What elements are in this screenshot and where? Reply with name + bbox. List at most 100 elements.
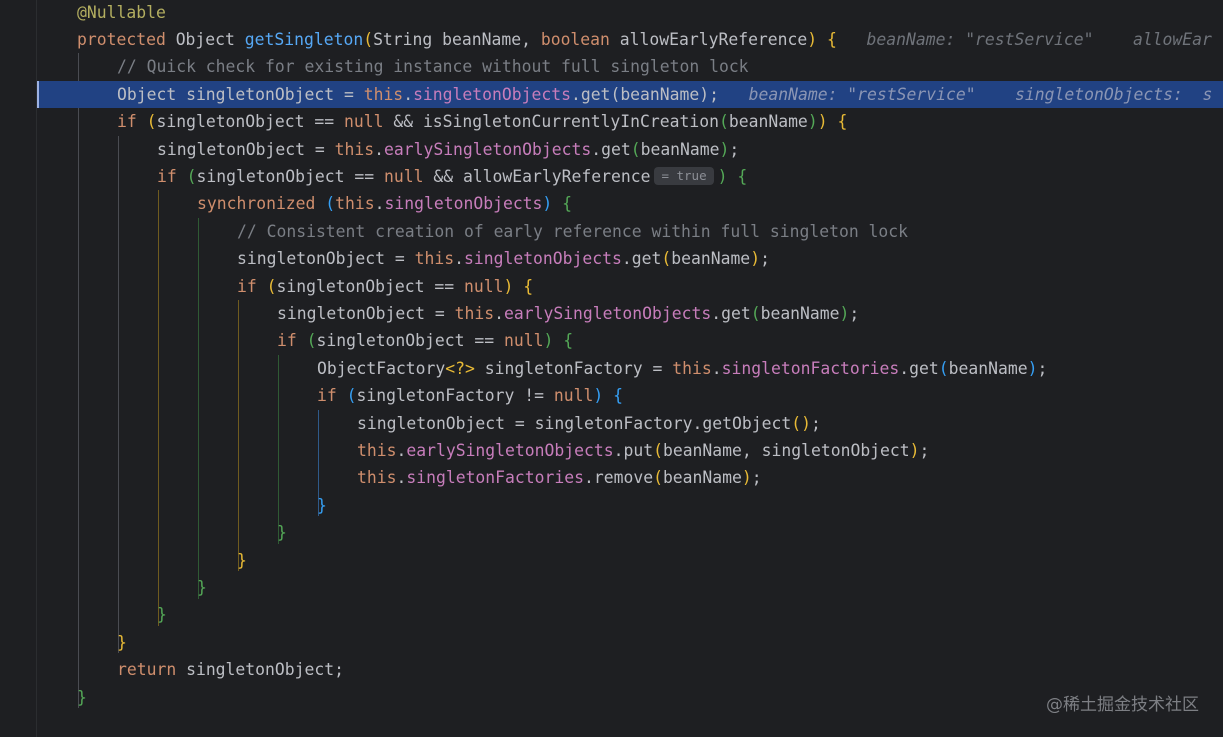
code-token: .get bbox=[591, 139, 631, 159]
code-line[interactable]: if (singletonFactory != null) { bbox=[37, 382, 1223, 409]
code-line[interactable]: singletonObject = this.earlySingletonObj… bbox=[37, 300, 1223, 327]
code-line[interactable]: @Nullable bbox=[37, 0, 1223, 26]
code-token: ) bbox=[807, 112, 818, 132]
code-token: ; bbox=[709, 84, 720, 104]
code-token: { bbox=[837, 112, 848, 132]
code-line[interactable]: protected Object getSingleton(String bea… bbox=[37, 26, 1223, 53]
code-editor[interactable]: @Nullable protected Object getSingleton(S… bbox=[37, 0, 1223, 737]
code-token: { bbox=[523, 276, 534, 296]
code-token: singletonObject; bbox=[186, 660, 344, 680]
code-token: null bbox=[553, 386, 594, 406]
code-token: ( bbox=[306, 331, 317, 351]
code-token: ( bbox=[610, 84, 621, 104]
code-text: } bbox=[197, 574, 207, 601]
code-token: earlySingletonObjects bbox=[406, 440, 614, 460]
editor-gutter[interactable] bbox=[0, 0, 37, 737]
code-text: Object singletonObject = this.singletonO… bbox=[117, 81, 1212, 108]
code-line[interactable]: if (singletonObject == null) { bbox=[37, 327, 1223, 354]
code-token: singletonObjects bbox=[413, 84, 571, 104]
code-token: .get bbox=[570, 84, 611, 104]
code-token: ObjectFactory bbox=[317, 358, 446, 378]
code-token: if bbox=[237, 276, 267, 296]
code-token: null bbox=[463, 276, 504, 296]
code-token: beanName bbox=[760, 303, 840, 323]
code-text: synchronized (this.singletonObjects) { bbox=[197, 190, 572, 217]
code-token: ( bbox=[661, 249, 672, 269]
code-token: if bbox=[117, 112, 147, 132]
code-text: singletonObject = this.earlySingletonObj… bbox=[157, 136, 739, 163]
code-line[interactable]: } bbox=[37, 629, 1223, 656]
code-text: } bbox=[77, 684, 87, 711]
code-token: ) bbox=[1027, 358, 1038, 378]
code-text: } bbox=[277, 519, 287, 546]
code-line[interactable]: } bbox=[37, 519, 1223, 546]
code-token: allowEarlyReference bbox=[619, 29, 808, 49]
code-line[interactable]: // Quick check for existing instance wit… bbox=[37, 53, 1223, 80]
code-token: () bbox=[791, 413, 811, 433]
debug-value-hint: beanName: "restService" allowEar bbox=[836, 29, 1212, 49]
code-token: } bbox=[77, 687, 87, 707]
code-token: .get bbox=[711, 303, 751, 323]
code-line[interactable]: singletonObject = this.singletonObjects.… bbox=[37, 245, 1223, 272]
code-token: singletonObject = bbox=[157, 139, 335, 159]
code-line[interactable]: singletonObject = singletonFactory.getOb… bbox=[37, 410, 1223, 437]
code-line[interactable]: synchronized (this.singletonObjects) { bbox=[37, 190, 1223, 217]
code-line[interactable]: } bbox=[37, 492, 1223, 519]
code-token: ( bbox=[346, 386, 357, 406]
code-token: beanName bbox=[728, 112, 808, 132]
code-token: null bbox=[383, 166, 424, 186]
code-line[interactable]: singletonObject = this.earlySingletonObj… bbox=[37, 136, 1223, 163]
code-token: if bbox=[157, 166, 187, 186]
watermark: @稀土掘金技术社区 bbox=[1046, 695, 1199, 715]
code-line[interactable]: if (singletonObject == null) { bbox=[37, 273, 1223, 300]
code-token: ) bbox=[807, 29, 818, 49]
code-token: if bbox=[317, 386, 347, 406]
code-token: } bbox=[157, 605, 167, 625]
code-token: beanName bbox=[948, 358, 1028, 378]
code-token: ) bbox=[543, 331, 554, 351]
code-line[interactable]: this.singletonFactories.remove(beanName)… bbox=[37, 464, 1223, 491]
code-token: .get bbox=[621, 249, 662, 269]
code-token: } bbox=[237, 550, 247, 570]
code-token: { bbox=[613, 386, 623, 406]
code-token: ) bbox=[750, 249, 761, 269]
code-token: ; bbox=[810, 413, 821, 433]
code-line[interactable]: } bbox=[37, 601, 1223, 628]
code-token: ; bbox=[919, 440, 930, 460]
code-line[interactable]: } bbox=[37, 574, 1223, 601]
code-text: return singletonObject; bbox=[117, 656, 344, 683]
code-token: this bbox=[357, 468, 397, 488]
code-line[interactable]: if (singletonObject == null && isSinglet… bbox=[37, 108, 1223, 135]
code-line[interactable]: } bbox=[37, 547, 1223, 574]
code-line[interactable]: if (singletonObject == null && allowEarl… bbox=[37, 163, 1223, 190]
code-token: singletonFactory = bbox=[474, 358, 673, 378]
code-text: ObjectFactory<?> singletonFactory = this… bbox=[317, 355, 1047, 382]
code-line[interactable]: return singletonObject; bbox=[37, 656, 1223, 683]
code-token: ( bbox=[653, 440, 663, 460]
code-line[interactable]: ObjectFactory<?> singletonFactory = this… bbox=[37, 355, 1223, 382]
code-token: . bbox=[711, 358, 722, 378]
code-token: .put bbox=[613, 440, 654, 460]
code-token: this bbox=[414, 249, 455, 269]
code-token: .get bbox=[899, 358, 939, 378]
code-token: boolean bbox=[540, 29, 620, 49]
execution-point-line[interactable]: Object singletonObject = this.singletonO… bbox=[37, 80, 1223, 109]
code-token: earlySingletonObjects bbox=[503, 303, 712, 323]
code-line[interactable]: // Consistent creation of early referenc… bbox=[37, 218, 1223, 245]
code-token: this bbox=[357, 440, 397, 460]
code-text: if (singletonObject == null && allowEarl… bbox=[157, 163, 747, 190]
code-token: Object singletonObject = bbox=[117, 84, 364, 104]
code-token: . bbox=[454, 249, 464, 269]
code-token: ( bbox=[750, 303, 761, 323]
code-text: } bbox=[237, 547, 247, 574]
code-token: && allowEarlyReference bbox=[423, 166, 651, 186]
code-token: ( bbox=[718, 112, 729, 132]
code-token: ) bbox=[719, 139, 730, 159]
code-text: singletonObject = this.earlySingletonObj… bbox=[277, 300, 859, 327]
code-token: } bbox=[197, 577, 207, 597]
code-line[interactable]: this.earlySingletonObjects.put(beanName,… bbox=[37, 437, 1223, 464]
code-token: getSingleton bbox=[244, 29, 364, 49]
code-text: singletonObject = singletonFactory.getOb… bbox=[357, 410, 821, 437]
